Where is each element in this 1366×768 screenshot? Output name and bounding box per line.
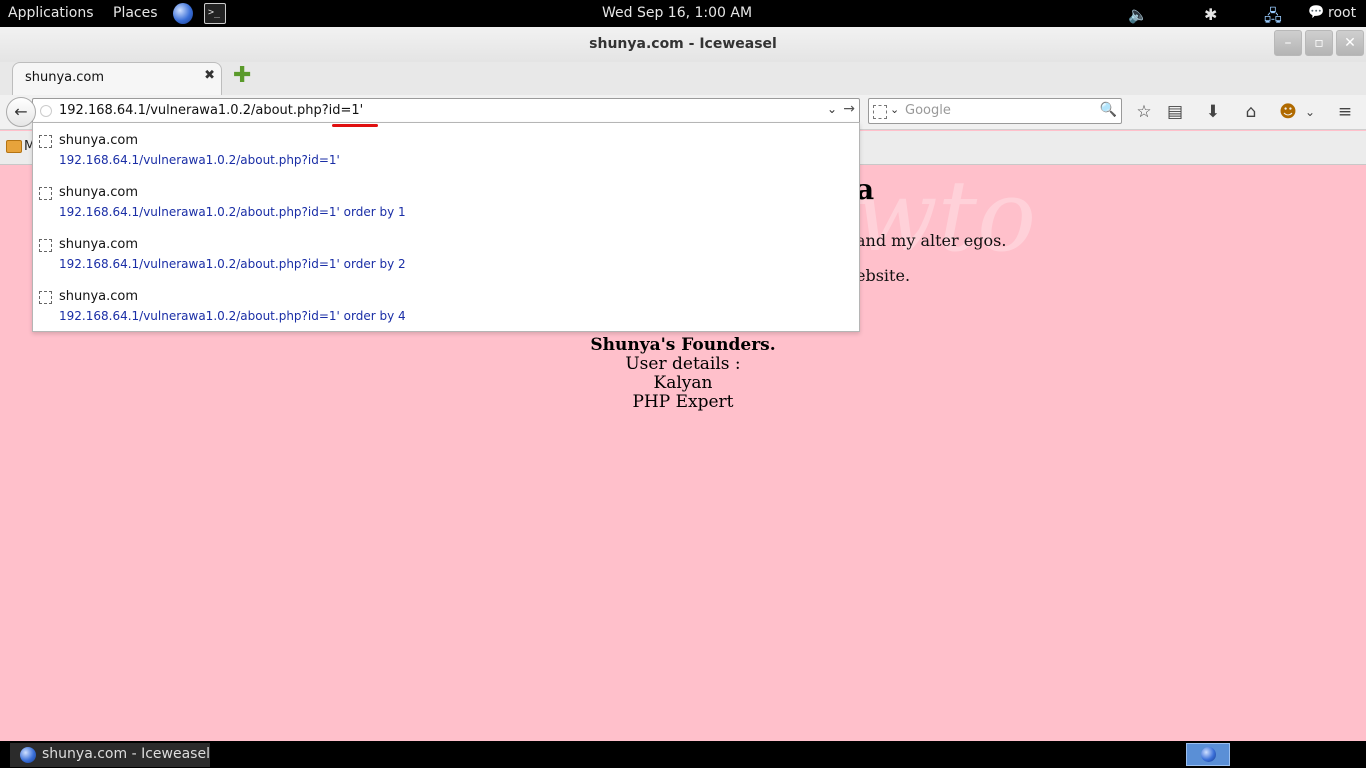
applications-menu[interactable]: Applications (8, 5, 94, 21)
minimize-button[interactable]: – (1274, 30, 1302, 56)
workspace-switcher[interactable] (1186, 743, 1230, 766)
chevron-down-icon[interactable]: ⌄ (827, 102, 837, 116)
founders-section: Shunya's Founders. User details : Kalyan… (0, 336, 1366, 412)
autocomplete-title: shunya.com (59, 289, 139, 304)
founders-title: Shunya's Founders. (590, 335, 776, 355)
page-icon (39, 135, 52, 148)
chat-icon[interactable]: 💬 (1308, 5, 1324, 20)
page-icon (39, 239, 52, 252)
founder-name: Kalyan (653, 373, 713, 393)
autocomplete-item[interactable]: shunya.com 192.168.64.1/vulnerawa1.0.2/a… (33, 123, 859, 175)
clock[interactable]: Wed Sep 16, 1:00 AM (602, 5, 752, 21)
autocomplete-title: shunya.com (59, 133, 139, 148)
user-menu[interactable]: root (1328, 5, 1356, 21)
taskbar-window-label: shunya.com - Iceweasel (42, 746, 210, 762)
user-details-label: User details : (625, 354, 741, 374)
autocomplete-url: 192.168.64.1/vulnerawa1.0.2/about.php?id… (59, 257, 406, 271)
greasemonkey-icon[interactable]: ☻ (1276, 100, 1300, 124)
menu-icon[interactable]: ≡ (1333, 100, 1357, 124)
intro-paragraph-2: ebsite. (856, 266, 911, 285)
autocomplete-title: shunya.com (59, 185, 139, 200)
url-input[interactable]: 192.168.64.1/vulnerawa1.0.2/about.php?id… (32, 98, 860, 124)
bottom-panel: shunya.com - Iceweasel (0, 741, 1366, 768)
autocomplete-url: 192.168.64.1/vulnerawa1.0.2/about.php?id… (59, 309, 406, 323)
chevron-down-icon[interactable]: ⌄ (1298, 100, 1322, 124)
url-value[interactable]: 192.168.64.1/vulnerawa1.0.2/about.php?id… (59, 103, 363, 118)
maximize-button[interactable]: ▫ (1305, 30, 1333, 56)
intro-paragraph: and my alter egos. (856, 231, 1007, 250)
tab-title: shunya.com (25, 70, 105, 85)
home-icon[interactable]: ⌂ (1239, 100, 1263, 124)
search-icon[interactable]: 🔍 (1100, 102, 1117, 118)
autocomplete-title: shunya.com (59, 237, 139, 252)
search-engine-icon[interactable] (873, 105, 887, 119)
search-input[interactable]: ⌄ Google 🔍 (868, 98, 1122, 124)
volume-muted-icon[interactable]: 🔈 (1128, 5, 1148, 24)
chevron-down-icon[interactable]: ⌄ (890, 103, 899, 116)
tab-bar: shunya.com ✖ ✚ (0, 62, 1366, 95)
terminal-launcher-icon[interactable]: >_ (204, 3, 226, 24)
new-tab-plus-icon[interactable]: ✚ (233, 65, 253, 87)
bookmarks-list-icon[interactable]: ▤ (1163, 100, 1187, 124)
autocomplete-item[interactable]: shunya.com 192.168.64.1/vulnerawa1.0.2/a… (33, 279, 859, 331)
places-menu[interactable]: Places (113, 5, 158, 21)
page-icon (39, 187, 52, 200)
url-autocomplete-popup: shunya.com 192.168.64.1/vulnerawa1.0.2/a… (32, 122, 860, 332)
browser-icon (1201, 747, 1216, 762)
red-annotation-underline (332, 124, 378, 127)
window-title: shunya.com - Iceweasel (589, 36, 777, 52)
site-identity-icon[interactable] (40, 105, 52, 117)
go-arrow-icon[interactable]: → (843, 101, 855, 117)
tab-shunya[interactable]: shunya.com ✖ (12, 62, 222, 95)
autocomplete-url: 192.168.64.1/vulnerawa1.0.2/about.php?id… (59, 205, 406, 219)
downloads-icon[interactable]: ⬇ (1201, 100, 1225, 124)
founder-role: PHP Expert (632, 392, 734, 412)
bluetooth-icon[interactable]: ✱ (1204, 5, 1217, 24)
autocomplete-item[interactable]: shunya.com 192.168.64.1/vulnerawa1.0.2/a… (33, 175, 859, 227)
search-placeholder[interactable]: Google (905, 103, 951, 118)
top-panel: Applications Places >_ Wed Sep 16, 1:00 … (0, 0, 1366, 27)
browser-launcher-icon[interactable] (173, 3, 193, 24)
taskbar-window-item[interactable]: shunya.com - Iceweasel (10, 743, 210, 767)
window-titlebar: shunya.com - Iceweasel – ▫ ✕ (0, 27, 1366, 62)
bookmark-star-icon[interactable]: ☆ (1132, 100, 1156, 124)
autocomplete-item[interactable]: shunya.com 192.168.64.1/vulnerawa1.0.2/a… (33, 227, 859, 279)
folder-icon[interactable] (6, 140, 22, 153)
browser-icon (20, 747, 36, 763)
autocomplete-url: 192.168.64.1/vulnerawa1.0.2/about.php?id… (59, 153, 340, 167)
close-icon[interactable]: ✖ (204, 68, 215, 83)
close-window-button[interactable]: ✕ (1336, 30, 1364, 56)
page-icon (39, 291, 52, 304)
